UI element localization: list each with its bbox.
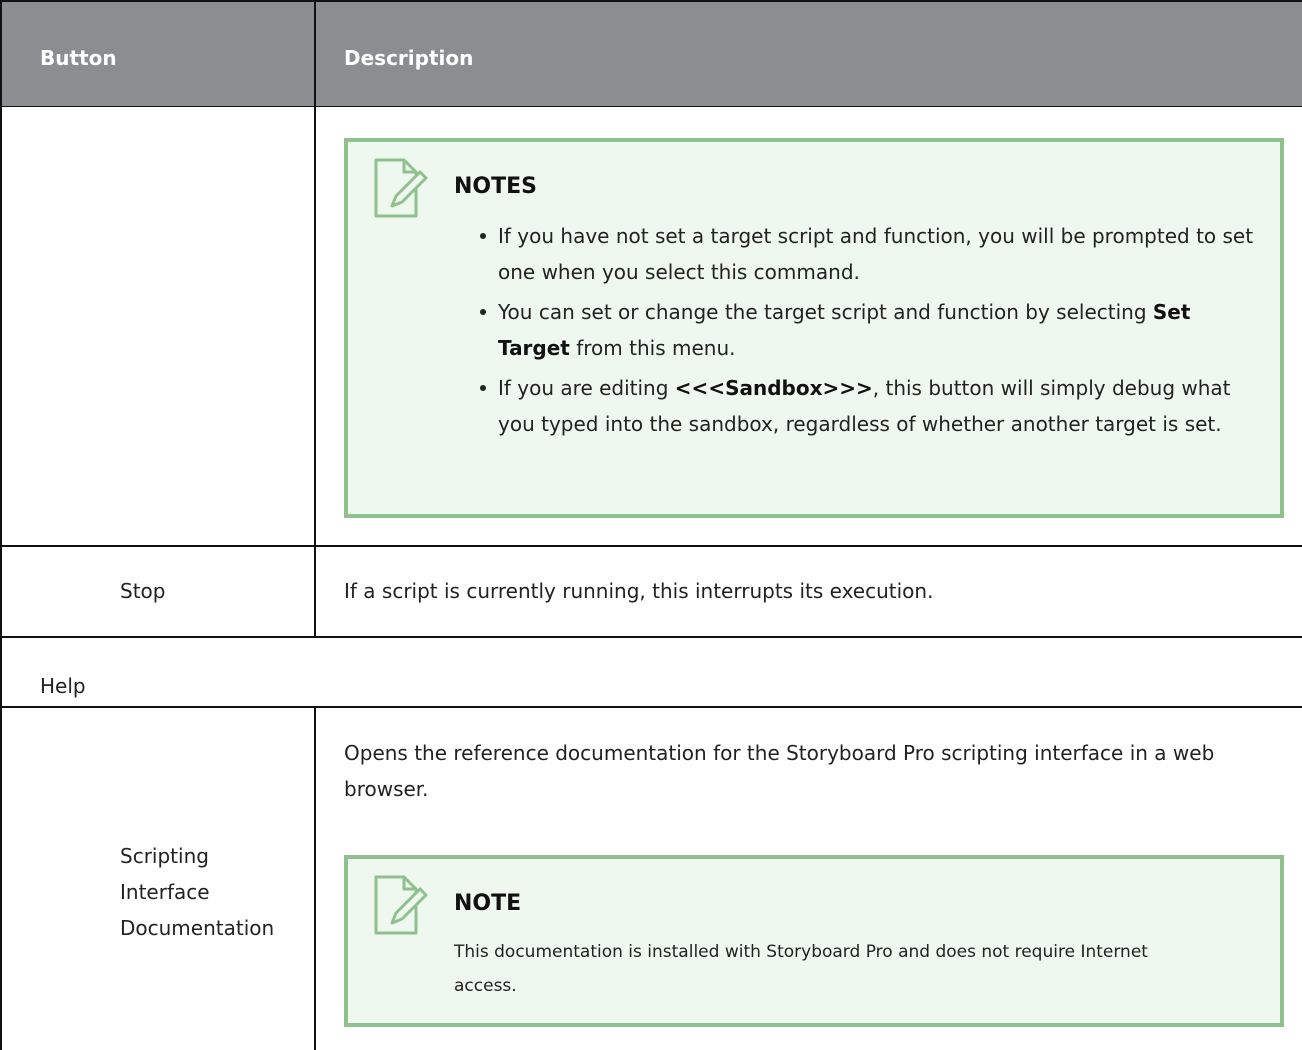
note-box: NOTE This documentation is installed wit… [344,855,1284,1027]
header-button: Button [40,46,117,70]
list-item: If you have not set a target script and … [478,218,1268,290]
scripting-docs-description: Opens the reference documentation for th… [344,741,1215,801]
note-pencil-icon [374,158,428,218]
scripting-docs-button-label: Scripting Interface Documentation [120,844,275,940]
note-title: NOTE [454,891,522,916]
table-header: Button Description [2,2,1302,107]
row-divider [2,636,1302,638]
header-description: Description [344,46,474,70]
notes-box: NOTES If you have not set a target scrip… [344,138,1284,518]
notes-list: If you have not set a target script and … [478,218,1268,442]
stop-button-label: Stop [120,579,166,603]
help-section-label: Help [40,674,86,698]
column-divider [314,106,316,636]
list-item: You can set or change the target script … [478,294,1268,366]
list-item: If you are editing <<<Sandbox>>>, this b… [478,370,1268,442]
stop-description: If a script is currently running, this i… [344,579,934,603]
row-divider [2,545,1302,547]
note-pencil-icon [374,875,428,935]
column-divider [314,706,316,1050]
note-text: This documentation is installed with Sto… [454,942,1148,996]
notes-title: NOTES [454,174,537,199]
column-divider [314,2,316,106]
row-divider [2,706,1302,708]
